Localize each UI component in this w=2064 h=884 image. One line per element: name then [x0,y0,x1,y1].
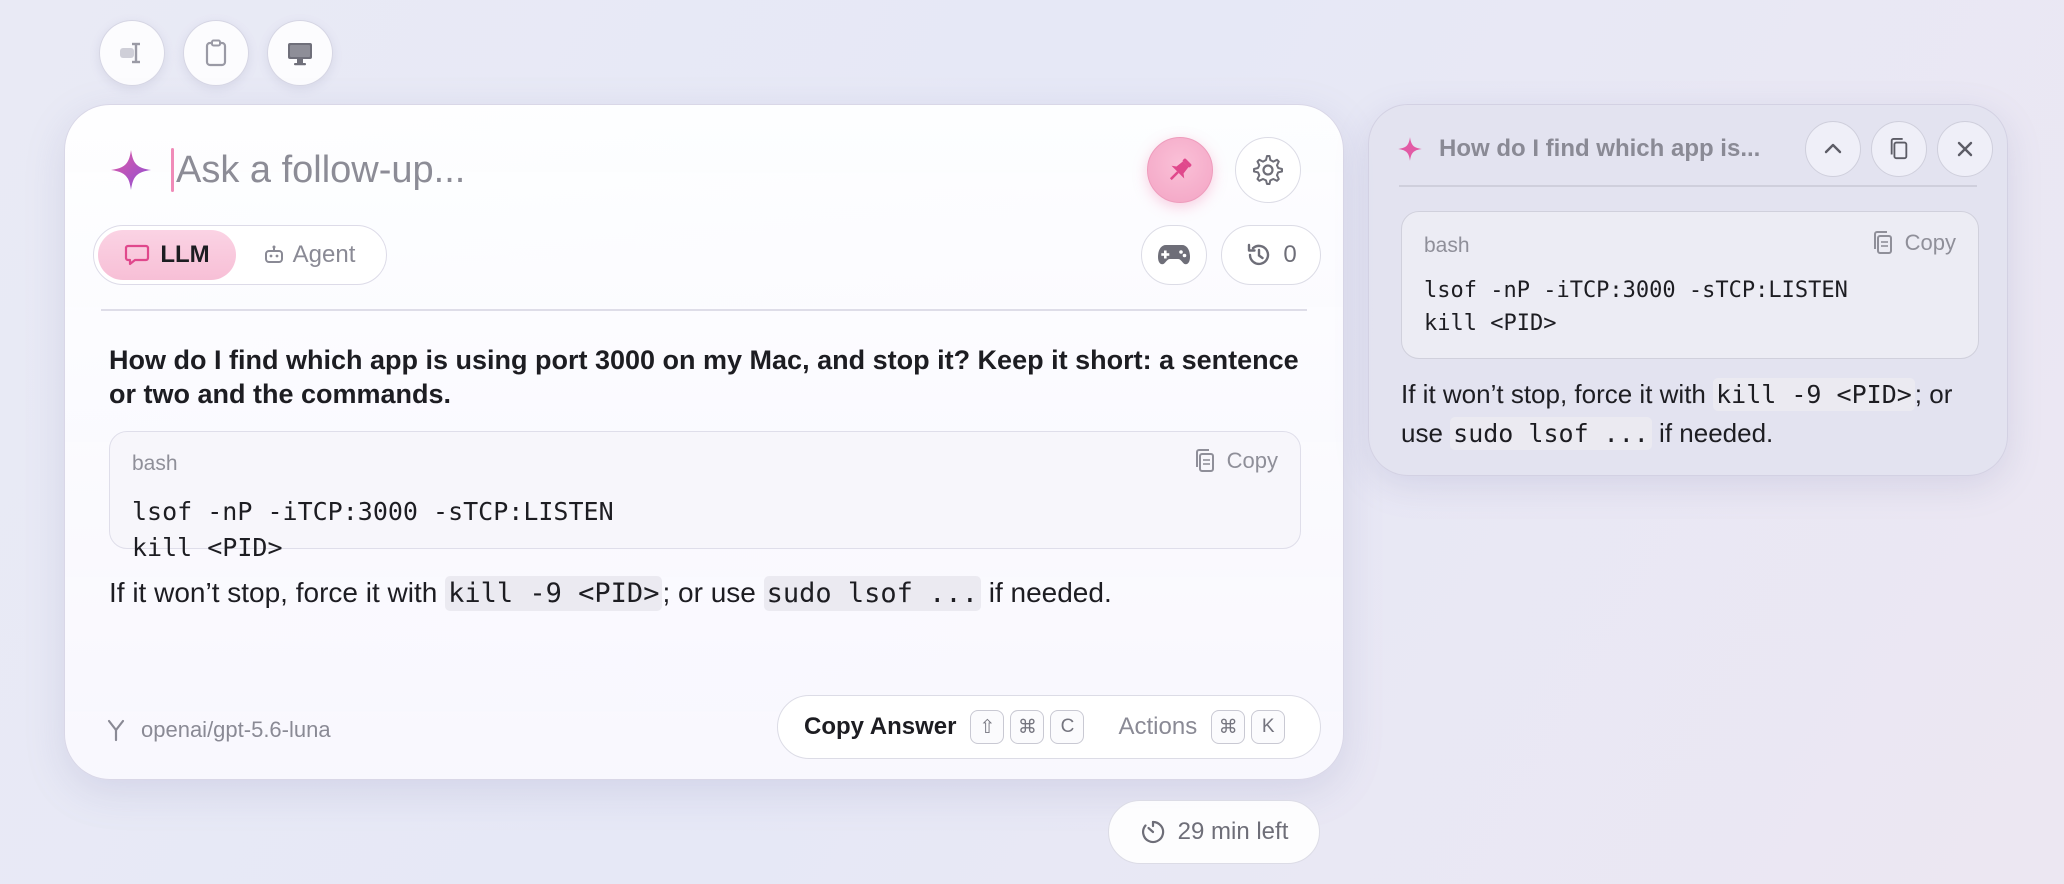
timer-label: 29 min left [1177,818,1289,845]
actions-button[interactable]: Actions [1118,713,1197,741]
copy-answer-button[interactable]: Copy Answer [804,713,956,741]
user-question: How do I find which app is using port 30… [109,345,1299,409]
shift-key: ⇧ [970,710,1005,744]
history-button[interactable]: 0 [1221,225,1321,285]
inline-code: kill -9 <PID> [445,576,663,611]
code-content: lsof -nP -iTCP:3000 -sTCP:LISTEN kill <PI… [132,494,614,566]
close-icon [1957,141,1973,157]
c-key: C [1050,710,1085,744]
code-line: lsof -nP -iTCP:3000 -sTCP:LISTEN [132,497,614,526]
actions-shortcut: ⌘ K [1205,710,1286,744]
session-timer[interactable]: 29 min left [1108,800,1320,864]
code-line: kill <PID> [1424,311,1557,336]
command-key: ⌘ [1010,710,1045,744]
mode-toggle: LLM Agent [93,225,387,285]
chevron-up-icon [1824,143,1842,154]
mini-title: How do I find which app is... [1439,135,1761,162]
chat-panel: LLM Agent 0 How d [64,104,1344,780]
code-copy-label: Copy [1226,448,1278,473]
code-copy-label: Copy [1904,230,1956,255]
collapse-button[interactable] [1805,121,1861,177]
model-selector[interactable]: openai/gpt-5.6-luna [105,717,331,743]
mode-llm-tab[interactable]: LLM [98,230,236,280]
mode-agent-label: Agent [292,241,356,268]
answer-text-part: if needed. [1651,418,1774,448]
copy-icon [1873,231,1892,254]
text-cursor-button[interactable] [99,20,165,86]
code-block: bash Copy lsof -nP -iTCP:3000 -sTCP:LIST… [109,431,1301,562]
divider [101,309,1307,311]
code-language-label: bash [132,452,178,475]
code-content: lsof -nP -iTCP:3000 -sTCP:LISTEN kill <PI… [1424,274,1848,340]
copy-answer-shortcut: ⇧ ⌘ C [964,710,1085,744]
clipboard-icon [205,39,227,67]
game-controller-button[interactable] [1141,225,1207,285]
follow-up-input[interactable] [176,148,776,192]
mini-code-block: bash Copy lsof -nP -iTCP:3000 -sTCP:LIST… [1401,211,1979,359]
sparkle-icon [1398,137,1422,161]
inline-code: sudo lsof ... [763,576,981,611]
answer-text-part: if needed. [980,577,1112,608]
copy-icon [1195,449,1214,472]
code-line: kill <PID> [132,533,283,562]
code-language-label: bash [1424,234,1470,257]
chat-bubble-icon [125,244,150,266]
mode-agent-tab[interactable]: Agent [236,230,382,280]
screen-button[interactable] [267,20,333,86]
mode-llm-label: LLM [160,241,210,268]
answer-text-part: If it won’t stop, force it with [1401,379,1714,409]
settings-button[interactable] [1235,137,1301,203]
mini-answer-text: If it won’t stop, force it with kill -9 … [1401,375,1997,453]
mini-title-row: How do I find which app is... [1397,119,1993,179]
game-controller-icon [1158,245,1190,265]
close-button[interactable] [1937,121,1993,177]
branch-icon [107,719,125,742]
answer-text-part: ; or use [662,577,764,608]
code-copy-button[interactable]: Copy [1193,448,1278,474]
pin-button[interactable] [1147,137,1213,203]
k-key: K [1251,710,1286,744]
clipboard-button[interactable] [183,20,249,86]
answer-text-part: If it won’t stop, force it with [109,577,446,608]
history-count: 0 [1283,241,1297,268]
actions-bar: Copy Answer ⇧ ⌘ C Actions ⌘ K [777,695,1321,759]
pin-icon [1169,158,1192,181]
inline-code: kill -9 <PID> [1713,378,1915,411]
mini-controls [1805,121,1993,177]
mini-chat-panel: How do I find which app is... bash Copy … [1368,104,2008,476]
command-key: ⌘ [1211,710,1246,744]
answer-text: If it won’t stop, force it with kill -9 … [109,576,1112,611]
history-icon [1248,243,1270,266]
inline-code: sudo lsof ... [1450,417,1652,450]
monitor-icon [288,43,312,66]
text-caret [171,148,174,192]
model-name: openai/gpt-5.6-luna [141,717,331,742]
gear-icon [1253,155,1283,185]
sparkle-icon [111,150,151,190]
divider [1399,185,1977,187]
copy-icon [1890,138,1908,160]
timer-icon [1141,820,1164,844]
top-toolbar [99,20,333,86]
ask-row [109,135,1321,205]
copy-button[interactable] [1871,121,1927,177]
code-line: lsof -nP -iTCP:3000 -sTCP:LISTEN [1424,278,1848,303]
code-copy-button[interactable]: Copy [1871,230,1956,256]
robot-icon [264,245,283,263]
text-cursor-icon [120,42,140,64]
